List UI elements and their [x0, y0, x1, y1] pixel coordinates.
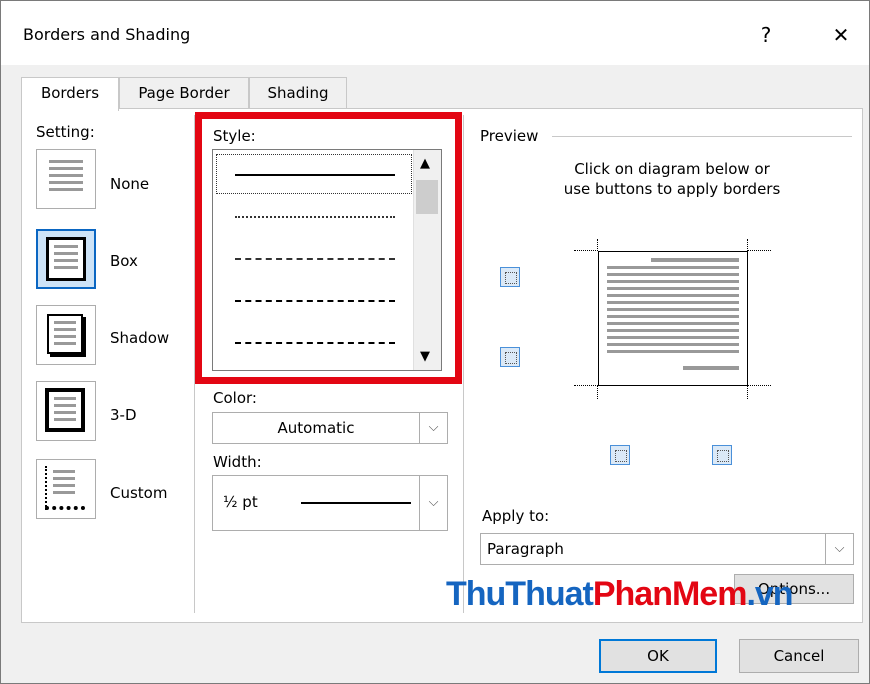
- style-listbox[interactable]: ▲ ▼: [212, 149, 442, 371]
- preview-diagram[interactable]: [598, 251, 748, 386]
- setting-label-box[interactable]: Box: [110, 252, 138, 270]
- preview-separator: [552, 136, 852, 137]
- width-value: ½ pt: [223, 493, 258, 511]
- box-border-icon[interactable]: [36, 229, 96, 289]
- cancel-button[interactable]: Cancel: [739, 639, 859, 673]
- style-dash-dot-line[interactable]: [235, 342, 395, 344]
- setting-label-none[interactable]: None: [110, 175, 149, 193]
- color-value: Automatic: [277, 419, 355, 437]
- width-line-sample: [301, 502, 411, 504]
- scroll-up-icon[interactable]: ▲: [420, 156, 430, 171]
- corner-marker-bl: [574, 385, 598, 399]
- setting-heading: Setting:: [36, 123, 95, 141]
- apply-to-label: Apply to:: [482, 507, 550, 525]
- preview-instructions-1: Click on diagram below or: [574, 160, 770, 178]
- width-dropdown[interactable]: ½ pt ⌵: [212, 475, 448, 531]
- bottom-border-button[interactable]: [500, 347, 520, 367]
- color-dropdown[interactable]: Automatic ⌵: [212, 412, 448, 444]
- watermark-logo: ThuThuatPhanMem.vn: [446, 575, 794, 613]
- dialog-title: Borders and Shading: [23, 25, 191, 44]
- scroll-thumb[interactable]: [416, 180, 438, 214]
- preview-heading: Preview: [480, 127, 539, 145]
- style-scrollbar[interactable]: ▲ ▼: [413, 150, 441, 370]
- style-dash-small-line[interactable]: [235, 258, 395, 260]
- borders-tab-panel: Setting: None Box Shadow 3-D Custom Styl…: [21, 108, 863, 623]
- tab-page-border[interactable]: Page Border: [119, 77, 249, 109]
- right-border-button[interactable]: [712, 445, 732, 465]
- tab-shading[interactable]: Shading: [249, 77, 347, 109]
- style-solid-line[interactable]: [235, 174, 395, 176]
- setting-label-custom[interactable]: Custom: [110, 484, 167, 502]
- color-label: Color:: [213, 389, 257, 407]
- setting-label-3d[interactable]: 3-D: [110, 406, 137, 424]
- none-border-icon[interactable]: [36, 149, 96, 209]
- left-border-button[interactable]: [610, 445, 630, 465]
- corner-marker-tl: [574, 239, 598, 251]
- ok-button[interactable]: OK: [599, 639, 717, 673]
- top-border-button[interactable]: [500, 267, 520, 287]
- style-label: Style:: [213, 127, 256, 145]
- preview-text-lines: [607, 266, 739, 357]
- chevron-down-icon[interactable]: ⌵: [825, 534, 853, 564]
- title-bar: Borders and Shading ? ✕: [1, 1, 869, 65]
- style-dash-large-line[interactable]: [235, 300, 395, 302]
- width-label: Width:: [213, 453, 262, 471]
- tab-borders[interactable]: Borders: [21, 77, 119, 111]
- corner-marker-tr: [747, 239, 771, 251]
- setting-label-shadow[interactable]: Shadow: [110, 329, 169, 347]
- scroll-down-icon[interactable]: ▼: [420, 349, 430, 364]
- close-button[interactable]: ✕: [821, 17, 861, 53]
- corner-marker-br: [747, 385, 771, 399]
- shadow-border-icon[interactable]: [36, 305, 96, 365]
- chevron-down-icon[interactable]: ⌵: [419, 413, 447, 443]
- preview-instructions-2: use buttons to apply borders: [563, 180, 781, 198]
- 3d-border-icon[interactable]: [36, 381, 96, 441]
- help-button[interactable]: ?: [746, 17, 786, 53]
- chevron-down-icon[interactable]: ⌵: [419, 476, 447, 530]
- style-dotted-line[interactable]: [235, 216, 395, 218]
- separator-right: [463, 115, 464, 613]
- apply-to-value: Paragraph: [487, 540, 564, 558]
- custom-border-icon[interactable]: [36, 459, 96, 519]
- borders-shading-dialog: Borders and Shading ? ✕ Borders Page Bor…: [0, 0, 870, 684]
- apply-to-dropdown[interactable]: Paragraph ⌵: [480, 533, 854, 565]
